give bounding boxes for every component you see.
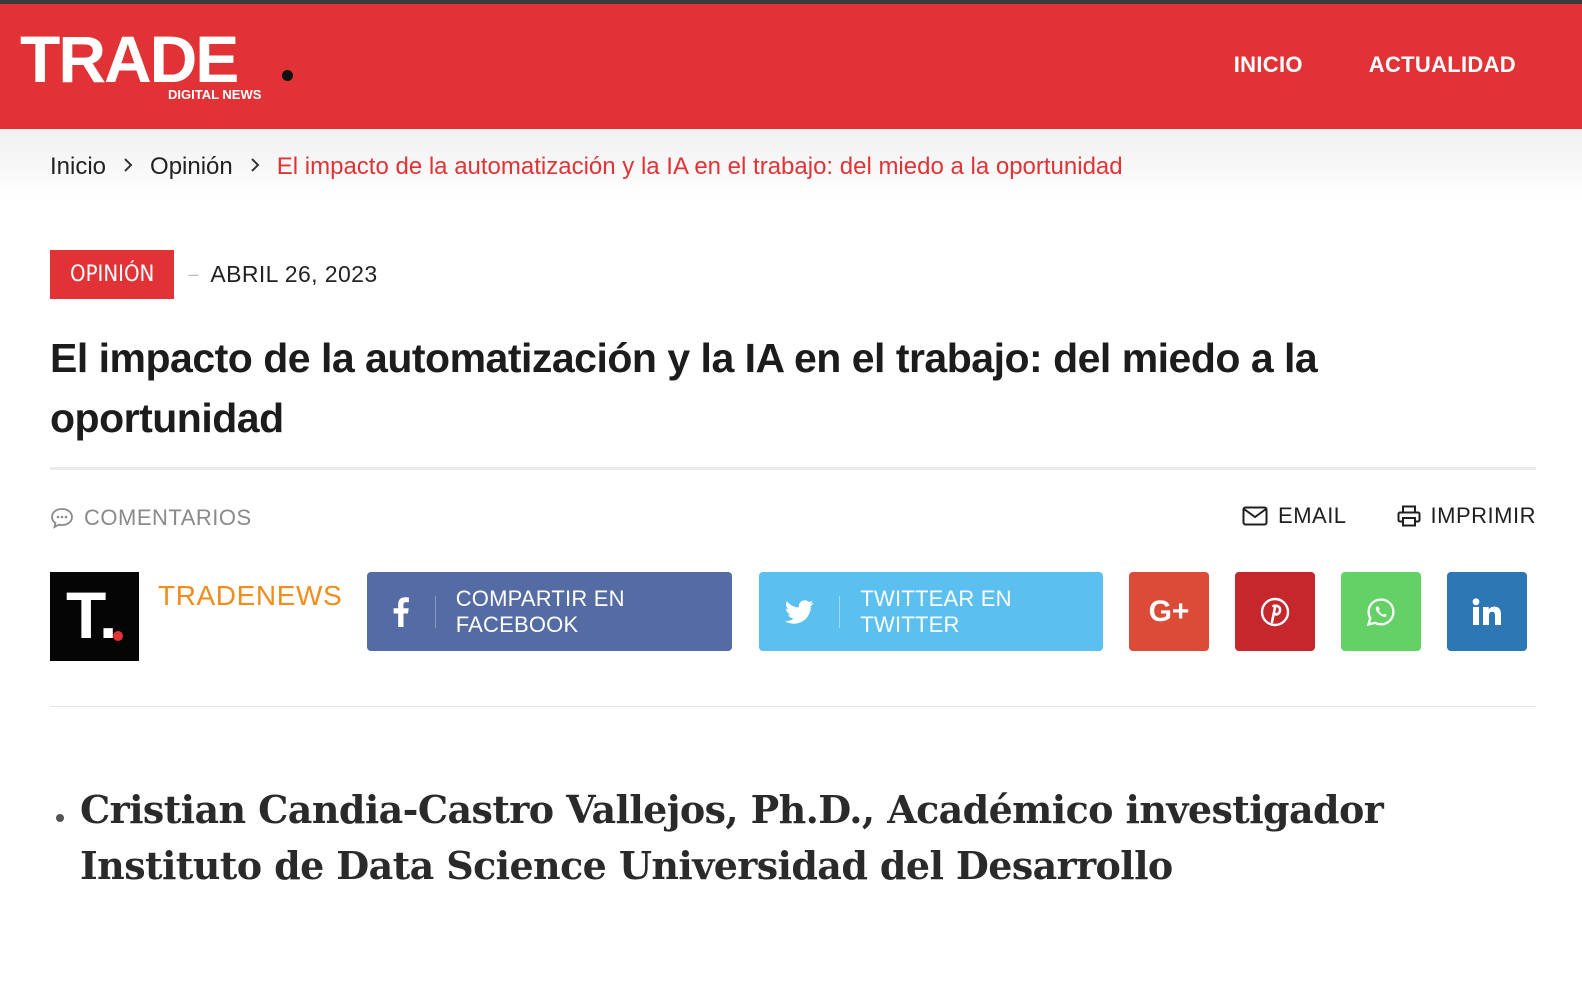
list-bullet	[56, 814, 64, 822]
share-twitter-button[interactable]: TWITTEAR EN TWITTER	[759, 572, 1103, 651]
facebook-icon	[367, 595, 436, 628]
article-byline-bullet: Cristian Candia-Castro Vallejos, Ph.D., …	[80, 787, 1384, 888]
divider	[50, 467, 1536, 470]
share-facebook-button[interactable]: COMPARTIR EN FACEBOOK	[367, 572, 732, 651]
author-avatar[interactable]: T.	[50, 572, 139, 661]
linkedin-icon	[1472, 597, 1501, 625]
article-meta: OPINIÓN – ABRIL 26, 2023	[50, 250, 378, 299]
whatsapp-icon	[1366, 597, 1395, 626]
pinterest-icon	[1260, 597, 1290, 626]
share-googleplus-button[interactable]: G+	[1129, 572, 1209, 651]
google-plus-icon: G+	[1148, 594, 1190, 628]
comments-label: COMENTARIOS	[84, 505, 252, 530]
breadcrumb-inicio[interactable]: Inicio	[50, 153, 106, 181]
chevron-right-icon	[249, 156, 261, 179]
main-nav: INICIO ACTUALIDAD	[1234, 52, 1516, 78]
nav-item-inicio[interactable]: INICIO	[1234, 52, 1303, 78]
category-badge[interactable]: OPINIÓN	[50, 250, 175, 299]
share-twitter-label: TWITTEAR EN TWITTER	[860, 585, 1012, 637]
breadcrumb-current: El impacto de la automatización y la IA …	[276, 153, 1123, 180]
meta-separator: –	[188, 264, 199, 284]
print-button[interactable]: IMPRIMIR	[1397, 503, 1536, 529]
email-label: EMAIL	[1278, 503, 1347, 528]
article-title: El impacto de la automatización y la IA …	[50, 335, 1318, 441]
share-pinterest-button[interactable]	[1235, 572, 1315, 651]
share-facebook-label: COMPARTIR EN FACEBOOK	[455, 585, 625, 637]
logo-wordmark: TRADE	[20, 22, 239, 96]
comments-link[interactable]: COMENTARIOS	[50, 505, 252, 531]
site-header: TRADE DIGITAL NEWS INICIO ACTUALIDAD	[0, 4, 1582, 129]
email-button[interactable]: EMAIL	[1242, 503, 1347, 529]
logo-subtitle: DIGITAL NEWS	[168, 87, 262, 102]
printer-icon	[1397, 505, 1421, 527]
author-avatar-initial: T.	[66, 578, 118, 652]
author-name[interactable]: TRADENEWS	[158, 580, 342, 612]
chevron-right-icon	[122, 156, 134, 179]
author-avatar-dot	[113, 631, 123, 641]
share-whatsapp-button[interactable]	[1341, 572, 1421, 651]
divider	[50, 706, 1536, 707]
breadcrumb-opinion[interactable]: Opinión	[150, 153, 233, 181]
print-label: IMPRIMIR	[1430, 503, 1536, 528]
envelope-icon	[1242, 506, 1268, 526]
breadcrumb: Inicio Opinión El impacto de la automati…	[50, 153, 1123, 181]
site-logo[interactable]: TRADE DIGITAL NEWS	[20, 26, 300, 106]
article-date: ABRIL 26, 2023	[210, 261, 378, 287]
comment-icon	[51, 508, 73, 529]
logo-dot	[282, 70, 293, 81]
article-tools: EMAIL IMPRIMIR	[1242, 503, 1536, 529]
twitter-icon	[759, 595, 841, 628]
nav-item-actualidad[interactable]: ACTUALIDAD	[1369, 52, 1516, 78]
share-linkedin-button[interactable]	[1447, 572, 1527, 651]
